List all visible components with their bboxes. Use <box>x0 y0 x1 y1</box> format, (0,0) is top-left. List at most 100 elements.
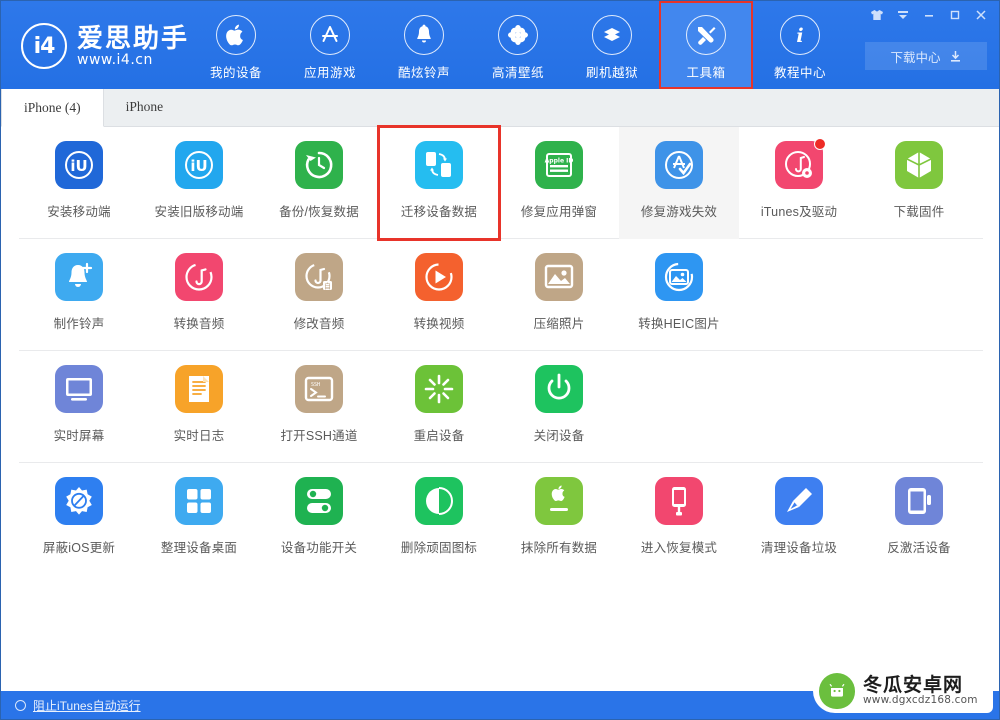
edit-audio-icon: 自 <box>295 253 343 301</box>
toolbox-item[interactable]: 整理设备桌面 <box>139 463 259 575</box>
download-icon <box>949 50 962 63</box>
compress-photo-icon <box>535 253 583 301</box>
radio-icon[interactable] <box>15 699 26 711</box>
nav-item-label: 酷炫铃声 <box>397 66 450 80</box>
ssh-terminal-icon: SSH <box>295 365 343 413</box>
main-navigation: 我的设备 应用游戏 酷炫铃声 高清壁纸 刷机越狱 工具箱 i 教程中心 <box>189 1 847 89</box>
make-ringtone-icon <box>55 253 103 301</box>
nav-item-6[interactable]: 工具箱 <box>659 1 753 89</box>
download-center-button[interactable]: 下载中心 <box>865 42 987 70</box>
convert-heic-icon <box>655 253 703 301</box>
toolbox-item[interactable]: 备份/恢复数据 <box>259 127 379 239</box>
nav-item-4[interactable]: 高清壁纸 <box>471 1 565 89</box>
toolbox-item-label: 删除顽固图标 <box>400 541 478 555</box>
svg-text:iU: iU <box>190 157 207 175</box>
toolbox-item[interactable]: 实时屏幕 <box>19 351 139 463</box>
svg-text:自: 自 <box>324 281 331 290</box>
nav-item-label: 工具箱 <box>686 66 726 80</box>
toolbox-item[interactable]: 实时日志 <box>139 351 259 463</box>
toolbox-item[interactable]: Apple ID 修复应用弹窗 <box>499 127 619 239</box>
live-screen-icon <box>55 365 103 413</box>
toolbox-item[interactable]: 重启设备 <box>379 351 499 463</box>
flower-icon <box>498 15 538 55</box>
toolbox-item[interactable]: 迁移设备数据 <box>377 125 501 241</box>
info-icon: i <box>780 15 820 55</box>
nav-item-5[interactable]: 刷机越狱 <box>565 1 659 89</box>
toolbox-item-label: 设备功能开关 <box>280 541 358 555</box>
toolbox-item[interactable]: 修复游戏失效 <box>619 127 739 239</box>
i4-app-icon: iU <box>55 141 103 189</box>
i4-logo-icon: i4 <box>21 23 67 69</box>
toolbox-item[interactable]: 进入恢复模式 <box>619 463 739 575</box>
watermark-url: www.dgxcdz168.com <box>863 694 978 707</box>
toolbox-item[interactable]: 反激活设备 <box>859 463 979 575</box>
toolbox-item[interactable]: 转换音频 <box>139 239 259 351</box>
app-logo[interactable]: i4 爱思助手 www.i4.cn <box>21 23 189 69</box>
dropdown-icon[interactable] <box>891 4 915 26</box>
toolbox-item[interactable]: 设备功能开关 <box>259 463 379 575</box>
toolbox-item-label: 实时日志 <box>173 429 225 443</box>
toolbox-item[interactable]: SSH 打开SSH通道 <box>259 351 379 463</box>
migrate-data-icon <box>415 141 463 189</box>
toolbox-item[interactable]: 抹除所有数据 <box>499 463 619 575</box>
skin-icon[interactable] <box>865 4 889 26</box>
block-ios-update-icon <box>55 477 103 525</box>
toolbox-item-label: 修复游戏失效 <box>640 205 718 219</box>
toolbox-item[interactable]: 删除顽固图标 <box>379 463 499 575</box>
toolbox-item[interactable]: 压缩照片 <box>499 239 619 351</box>
toolbox-item[interactable]: iU 安装移动端 <box>19 127 139 239</box>
block-itunes-option[interactable]: 阻止iTunes自动运行 <box>15 697 141 714</box>
toolbox-item[interactable]: 转换HEIC图片 <box>619 239 739 351</box>
toolbox-item[interactable]: 制作铃声 <box>19 239 139 351</box>
toolbox-item-label: 打开SSH通道 <box>280 429 358 443</box>
maximize-icon[interactable] <box>943 4 967 26</box>
toolbox-item[interactable]: 下载固件 <box>859 127 979 239</box>
toolbox-item[interactable]: 自修改音频 <box>259 239 379 351</box>
nav-item-7[interactable]: i 教程中心 <box>753 1 847 89</box>
toolbox-item-label: 安装移动端 <box>47 205 111 219</box>
svg-text:iU: iU <box>70 157 87 175</box>
nav-item-label: 教程中心 <box>773 66 826 80</box>
svg-text:SSH: SSH <box>311 382 320 388</box>
watermark-title: 冬瓜安卓网 <box>863 674 964 696</box>
toolbox-cell-empty <box>739 351 859 463</box>
close-icon[interactable] <box>969 4 993 26</box>
device-tab-1[interactable]: iPhone (4) <box>1 89 104 127</box>
firmware-box-icon <box>895 141 943 189</box>
toolbox-item[interactable]: 清理设备垃圾 <box>739 463 859 575</box>
device-tab-bar: iPhone (4) iPhone <box>1 88 999 127</box>
toolbox-item[interactable]: iU 安装旧版移动端 <box>139 127 259 239</box>
delete-icon-icon <box>415 477 463 525</box>
toolbox-item-label: 抹除所有数据 <box>520 541 598 555</box>
toolbox-cell-empty <box>619 351 739 463</box>
restart-device-icon <box>415 365 463 413</box>
window-controls <box>865 4 993 26</box>
backup-restore-icon <box>295 141 343 189</box>
live-log-icon <box>175 365 223 413</box>
toolbox-item-label: 重启设备 <box>413 429 465 443</box>
android-robot-icon <box>819 673 855 709</box>
arrange-desktop-icon <box>175 477 223 525</box>
toolbox-item-label: 备份/恢复数据 <box>279 205 359 219</box>
toolbox-item-label: 转换视频 <box>413 317 465 331</box>
brand-name: 爱思助手 <box>77 22 190 53</box>
toolbox-item-label: 反激活设备 <box>887 541 951 555</box>
nav-item-3[interactable]: 酷炫铃声 <box>377 1 471 89</box>
toolbox-item[interactable]: 屏蔽iOS更新 <box>19 463 139 575</box>
toolbox-item[interactable]: 关闭设备 <box>499 351 619 463</box>
toolbox-grid: iU 安装移动端 iU 安装旧版移动端 备份/恢复数据 迁移设备数据 Apple ID 修复应… <box>19 125 983 575</box>
nav-item-label: 高清壁纸 <box>491 66 544 80</box>
nav-item-label: 我的设备 <box>209 66 262 80</box>
toolbox-item[interactable]: iTunes及驱动 <box>739 127 859 239</box>
i4-app-legacy-icon: iU <box>175 141 223 189</box>
minimize-icon[interactable] <box>917 4 941 26</box>
toolbox-item-label: 修复应用弹窗 <box>520 205 598 219</box>
toolbox-item-label: 安装旧版移动端 <box>154 205 244 219</box>
toolbox-item[interactable]: 转换视频 <box>379 239 499 351</box>
block-itunes-label: 阻止iTunes自动运行 <box>33 698 141 713</box>
toolbox-row: iU 安装移动端 iU 安装旧版移动端 备份/恢复数据 迁移设备数据 Apple ID 修复应… <box>19 125 983 241</box>
device-tab-2[interactable]: iPhone <box>104 88 186 126</box>
feature-toggle-icon <box>295 477 343 525</box>
nav-item-1[interactable]: 我的设备 <box>189 1 283 89</box>
nav-item-2[interactable]: 应用游戏 <box>283 1 377 89</box>
